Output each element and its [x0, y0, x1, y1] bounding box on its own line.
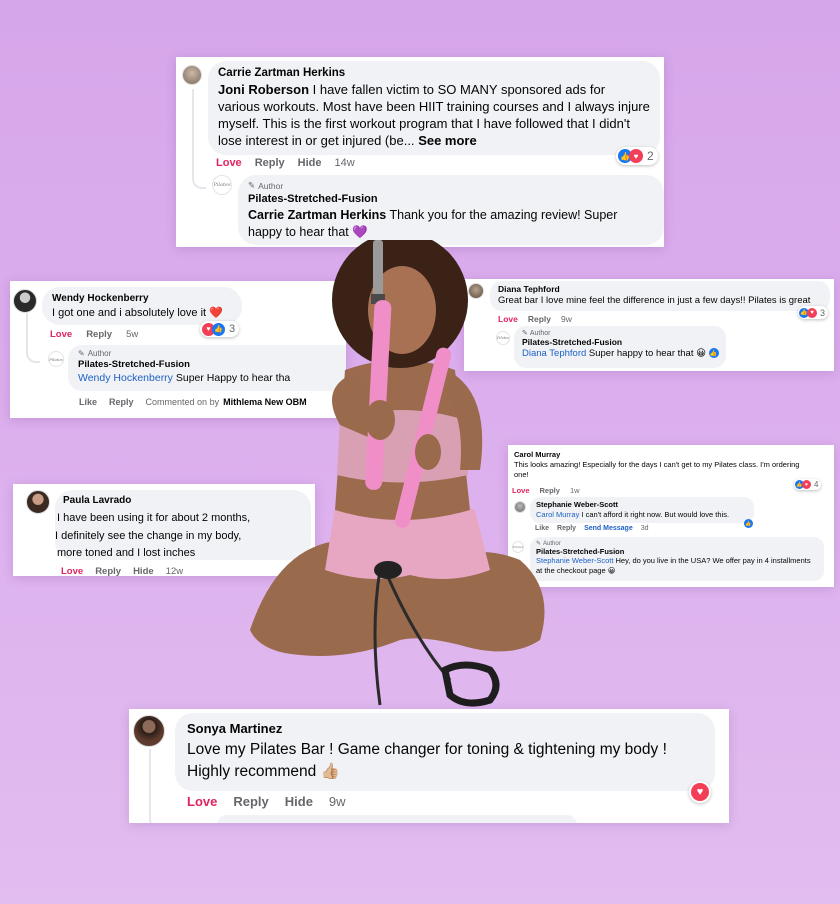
reply-bubble-preview — [217, 815, 577, 823]
reply-button[interactable]: Reply — [86, 329, 112, 340]
see-more-link[interactable]: See more — [418, 133, 477, 148]
avatar[interactable] — [13, 289, 37, 313]
page-logo-avatar[interactable]: Pilates — [212, 175, 232, 195]
love-button[interactable]: Love — [50, 329, 72, 340]
love-button[interactable]: Love — [61, 566, 83, 576]
avatar[interactable] — [133, 715, 165, 747]
comment-actions: Love Reply Hide 9w — [187, 794, 346, 809]
author-badge: ✎ Author — [248, 180, 654, 191]
hide-button[interactable]: Hide — [285, 794, 313, 809]
hand — [415, 434, 441, 470]
commenter-name[interactable]: Sonya Martinez — [187, 721, 703, 736]
timestamp: 3d — [640, 525, 649, 532]
comment-bubble: Carrie Zartman Herkins Joni Roberson I h… — [208, 61, 660, 155]
comment-text: I can't afford it right now. But would l… — [579, 510, 730, 519]
comment-text: Love my Pilates Bar ! Game changer for t… — [187, 741, 667, 780]
like-button[interactable]: Like — [79, 397, 97, 407]
reply-button[interactable]: Reply — [95, 566, 121, 576]
avatar[interactable] — [26, 490, 50, 514]
logo-text: Pilates — [213, 182, 231, 188]
hide-button[interactable]: Hide — [298, 157, 322, 169]
reaction-number: 2 — [647, 149, 654, 163]
pencil-icon: ✎ — [78, 349, 85, 358]
commented-on-label: Commented on by — [145, 397, 220, 407]
comment-bubble: Wendy Hockenberry I got one and i absolu… — [42, 287, 242, 325]
bar-metal-tip — [373, 240, 383, 300]
timestamp: 1w — [569, 486, 580, 495]
commenter-name[interactable]: Carrie Zartman Herkins — [218, 67, 650, 79]
reaction-count[interactable]: ♥ — [689, 781, 711, 803]
author-label: Author — [87, 349, 112, 358]
reply-bubble: ✎ Author Pilates-Stretched-Fusion Carrie… — [238, 175, 664, 245]
foot-strap — [441, 661, 500, 707]
thread-line — [149, 749, 165, 823]
review-card-carrie: Carrie Zartman Herkins Joni Roberson I h… — [176, 57, 664, 247]
reaction-count[interactable]: 👍 ♥ 2 — [616, 147, 658, 165]
reaction-number: 3 — [229, 323, 236, 335]
woman-with-pilates-bar-photo — [250, 240, 545, 707]
commenter-name[interactable]: Stephanie Weber-Scott — [536, 500, 748, 509]
bar-end-cap — [374, 561, 402, 579]
reply-button[interactable]: Reply — [233, 794, 268, 809]
comment-text: I have been using it for about 2 months,… — [55, 510, 251, 563]
hand — [365, 400, 395, 440]
comment-text-line: I have been using it for about 2 months, — [57, 512, 251, 524]
reaction-count[interactable]: 👍 ♥ 4 — [794, 479, 822, 490]
comment-actions: Love Reply 5w — [50, 329, 138, 340]
send-message-button[interactable]: Send Message — [584, 525, 633, 532]
hide-button[interactable]: Hide — [133, 566, 154, 576]
reply-button[interactable]: Reply — [255, 157, 285, 169]
mention-link[interactable]: Carrie Zartman Herkins — [248, 208, 386, 222]
mention-link[interactable]: Wendy Hockenberry — [78, 372, 173, 384]
like-reaction-icon: 👍 — [708, 348, 719, 359]
review-card-sonya: Sonya Martinez Love my Pilates Bar ! Gam… — [129, 709, 729, 823]
love-button[interactable]: Love — [187, 794, 217, 809]
like-reaction-icon: 👍 — [212, 322, 225, 336]
timestamp: 5w — [126, 329, 139, 340]
thread-line — [192, 89, 206, 189]
reply-author-name[interactable]: Pilates-Stretched-Fusion — [536, 547, 818, 556]
logo-text: Pilates — [49, 356, 63, 362]
comment-text-line: more toned and I lost inches — [57, 547, 196, 559]
love-reaction-icon: ♥ — [691, 783, 709, 801]
reply-button[interactable]: Reply — [109, 397, 134, 407]
commenter-name[interactable]: Wendy Hockenberry — [52, 293, 232, 304]
sub-comment-bubble: Stephanie Weber-Scott Carol Murray I can… — [530, 497, 754, 523]
reaction-number: 3 — [820, 307, 826, 318]
timestamp: 14w — [334, 157, 355, 169]
timestamp: 9w — [561, 314, 572, 324]
reply-author-name[interactable]: Pilates-Stretched-Fusion — [248, 193, 654, 205]
love-reaction-icon: ♥ — [629, 149, 643, 163]
author-label: Author — [258, 180, 284, 191]
love-button[interactable]: Love — [216, 157, 242, 169]
reaction-number: 4 — [814, 480, 819, 489]
comment-text-line: I definitely see the change in my body, — [55, 529, 242, 542]
love-reaction-icon: ♥ — [807, 307, 817, 318]
love-reaction-icon: ♥ — [802, 480, 811, 489]
comment-actions: Love Reply Hide 14w — [216, 157, 355, 169]
comment-bubble: Sonya Martinez Love my Pilates Bar ! Gam… — [175, 713, 715, 791]
like-reaction-icon[interactable]: 👍 — [744, 519, 753, 528]
reply-bubble: ✎ Author Pilates-Stretched-Fusion Stepha… — [530, 537, 824, 581]
avatar[interactable] — [182, 65, 202, 85]
pencil-icon: ✎ — [248, 180, 256, 190]
timestamp: 9w — [328, 794, 346, 809]
reply-text: Super happy to hear that 😀 — [586, 348, 707, 359]
comment-text: I got one and i absolutely love it ❤️ — [52, 307, 223, 319]
thread-line — [26, 313, 40, 363]
comment-actions: Love Reply Hide 12w — [61, 566, 183, 576]
reaction-count[interactable]: 👍 ♥ 3 — [798, 306, 829, 319]
timestamp: 12w — [165, 566, 184, 576]
reaction-count[interactable]: ♥ 👍 3 — [200, 321, 240, 337]
mention-link[interactable]: Joni Roberson — [218, 82, 309, 97]
page-logo-avatar[interactable]: Pilates — [48, 351, 64, 367]
author-badge: ✎ Author — [536, 540, 818, 548]
